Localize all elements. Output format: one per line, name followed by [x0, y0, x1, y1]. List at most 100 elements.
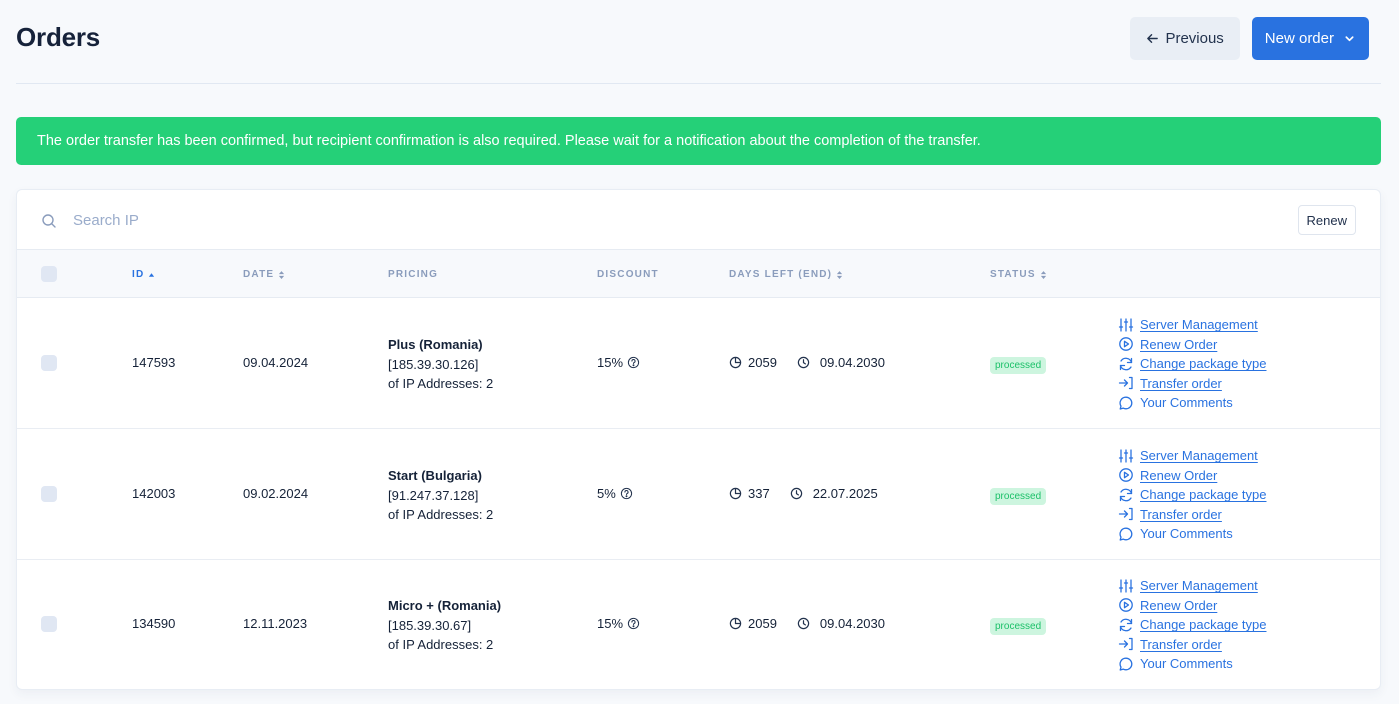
server-management-link[interactable]: Server Management [1118, 576, 1266, 596]
ip-count: of IP Addresses: 2 [388, 376, 494, 391]
server-management-label: Server Management [1140, 317, 1258, 333]
column-days-left-label: DAYS LEFT (END) [729, 269, 833, 280]
server-management-link[interactable]: Server Management [1118, 446, 1266, 466]
search-bar: Renew [17, 190, 1380, 250]
transfer-order-link[interactable]: Transfer order [1118, 505, 1266, 525]
sort-icon [836, 270, 843, 280]
discount: 5% [597, 486, 633, 501]
pie-clock-icon [729, 617, 742, 630]
page-title: Orders [16, 22, 101, 52]
plan-name: Micro + (Romania) [388, 598, 502, 613]
column-header-days-left[interactable]: DAYS LEFT (END) [729, 269, 843, 280]
renew-button[interactable]: Renew [1297, 205, 1356, 235]
transfer-order-label: Transfer order [1140, 506, 1222, 522]
sliders-icon [1118, 578, 1134, 594]
clock-icon [797, 356, 810, 369]
change-package-link[interactable]: Change package type [1118, 354, 1266, 374]
comments-link[interactable]: Your Comments [1118, 654, 1266, 674]
order-id: 134590 [132, 616, 176, 631]
sort-asc-icon [148, 270, 155, 280]
server-management-label: Server Management [1140, 448, 1258, 464]
end-date: 09.04.2030 [819, 616, 885, 631]
ip-count: of IP Addresses: 2 [388, 637, 494, 652]
column-discount-label: DISCOUNT [597, 269, 659, 280]
renew-order-label: Renew Order [1140, 336, 1218, 352]
table-row: 147593 09.04.2024 Plus (Romania) [185.39… [17, 298, 1380, 429]
pricing-info: Start (Bulgaria) [91.247.37.128] of IP A… [388, 466, 493, 525]
clock-icon [797, 617, 810, 630]
ip-count: of IP Addresses: 2 [388, 507, 494, 522]
days-left-value: 337 [748, 486, 770, 501]
change-package-link[interactable]: Change package type [1118, 485, 1266, 505]
days-left: 337 22.07.2025 [729, 486, 878, 501]
transfer-icon [1118, 636, 1134, 652]
days-left-value: 2059 [748, 616, 777, 631]
search-input[interactable] [73, 207, 573, 233]
comments-link[interactable]: Your Comments [1118, 524, 1266, 544]
server-management-link[interactable]: Server Management [1118, 315, 1266, 335]
comments-label: Your Comments [1140, 656, 1233, 672]
search-icon [41, 213, 57, 229]
order-id: 142003 [132, 486, 176, 501]
renew-order-label: Renew Order [1140, 597, 1218, 613]
comments-label: Your Comments [1140, 526, 1233, 542]
select-all-checkbox[interactable] [41, 266, 57, 282]
column-pricing-label: PRICING [388, 269, 439, 280]
comment-icon [1118, 395, 1134, 411]
change-package-label: Change package type [1140, 356, 1267, 372]
days-left: 2059 09.04.2030 [729, 616, 885, 631]
orders-card: Renew ID DATE PRICING DISCOUNT DAYS LEFT… [16, 189, 1381, 690]
column-header-id[interactable]: ID [132, 269, 155, 280]
change-package-link[interactable]: Change package type [1118, 615, 1266, 635]
chevron-down-icon [1344, 33, 1355, 44]
transfer-order-link[interactable]: Transfer order [1118, 374, 1266, 394]
table-row: 134590 12.11.2023 Micro + (Romania) [185… [17, 559, 1380, 689]
ip-address: [185.39.30.126] [388, 356, 479, 372]
sliders-icon [1118, 448, 1134, 464]
discount: 15% [597, 355, 640, 370]
clock-icon [790, 487, 803, 500]
pie-clock-icon [729, 487, 742, 500]
order-date: 09.04.2024 [243, 355, 309, 370]
column-header-date[interactable]: DATE [243, 269, 285, 280]
column-header-status[interactable]: STATUS [990, 269, 1047, 280]
status-badge: processed [990, 488, 1047, 505]
row-checkbox[interactable] [41, 355, 57, 371]
pricing-info: Micro + (Romania) [185.39.30.67] of IP A… [388, 596, 501, 655]
previous-button[interactable]: Previous [1130, 17, 1240, 60]
pricing-info: Plus (Romania) [185.39.30.126] of IP Add… [388, 335, 493, 394]
new-order-button-label: New order [1264, 30, 1334, 47]
previous-button-label: Previous [1165, 30, 1224, 47]
help-icon[interactable] [620, 487, 633, 500]
discount-value: 5% [597, 486, 616, 501]
play-circle-icon [1118, 597, 1134, 613]
row-checkbox[interactable] [41, 486, 57, 502]
new-order-button[interactable]: New order [1251, 17, 1369, 60]
play-circle-icon [1118, 336, 1134, 352]
transfer-order-label: Transfer order [1140, 375, 1222, 391]
plan-name: Start (Bulgaria) [388, 468, 482, 483]
help-icon[interactable] [627, 356, 640, 369]
column-id-label: ID [132, 269, 145, 280]
renew-order-label: Renew Order [1140, 467, 1218, 483]
comment-icon [1118, 526, 1134, 542]
refresh-icon [1118, 356, 1134, 372]
transfer-icon [1118, 375, 1134, 391]
play-circle-icon [1118, 467, 1134, 483]
renew-order-link[interactable]: Renew Order [1118, 335, 1266, 355]
row-checkbox[interactable] [41, 616, 57, 632]
renew-order-link[interactable]: Renew Order [1118, 596, 1266, 616]
end-date: 22.07.2025 [812, 486, 878, 501]
comments-link[interactable]: Your Comments [1118, 393, 1266, 413]
plan-name: Plus (Romania) [388, 337, 483, 352]
help-icon[interactable] [627, 617, 640, 630]
column-header-pricing: PRICING [388, 269, 438, 280]
ip-address: [91.247.37.128] [388, 487, 479, 503]
row-actions: Server Management Renew Order Change pac… [1118, 446, 1266, 544]
days-left: 2059 09.04.2030 [729, 355, 885, 370]
transfer-icon [1118, 506, 1134, 522]
change-package-label: Change package type [1140, 617, 1267, 633]
order-date: 09.02.2024 [243, 486, 309, 501]
transfer-order-link[interactable]: Transfer order [1118, 635, 1266, 655]
renew-order-link[interactable]: Renew Order [1118, 466, 1266, 486]
